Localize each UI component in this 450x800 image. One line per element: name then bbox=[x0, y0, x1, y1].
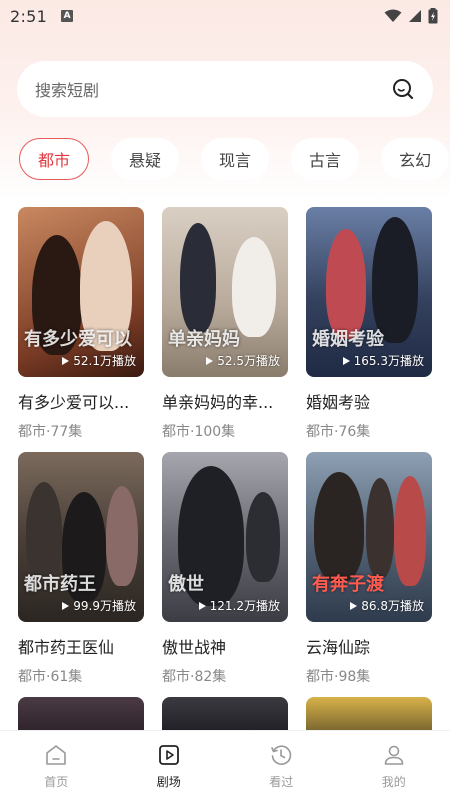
nav-profile[interactable]: 我的 bbox=[338, 731, 450, 800]
play-icon bbox=[342, 356, 350, 365]
drama-meta: 都市·61集 bbox=[18, 669, 83, 685]
play-count: 121.2万播放 bbox=[198, 597, 280, 614]
poster-title-art: 都市药王 bbox=[24, 574, 96, 595]
poster-title-art: 傲世 bbox=[168, 574, 204, 595]
status-bar: 2:51 A bbox=[0, 0, 450, 32]
drama-card[interactable]: 有多少爱可以 52.1万播放 有多少爱可以... 都市·77集 bbox=[18, 207, 144, 452]
history-icon bbox=[271, 745, 292, 765]
nav-home-label: 首页 bbox=[44, 775, 69, 789]
drama-poster[interactable]: 单亲妈妈 52.5万播放 bbox=[162, 207, 288, 377]
drama-card[interactable]: 都市药王 99.9万播放 都市药王医仙 都市·61集 bbox=[18, 452, 144, 697]
home-icon bbox=[46, 745, 67, 765]
play-count: 86.8万播放 bbox=[350, 597, 424, 614]
play-count: 52.5万播放 bbox=[206, 352, 280, 369]
nav-profile-label: 我的 bbox=[381, 775, 406, 789]
drama-title[interactable]: 有多少爱可以... bbox=[18, 389, 144, 413]
play-count-text: 86.8万播放 bbox=[361, 599, 424, 613]
poster-figure bbox=[246, 492, 280, 582]
nav-history[interactable]: 看过 bbox=[225, 731, 338, 800]
signal-icon bbox=[409, 10, 421, 22]
drama-card[interactable]: 傲世 121.2万播放 傲世战神 都市·82集 bbox=[162, 452, 288, 697]
poster-figure bbox=[314, 472, 364, 582]
tab-xuanhuan[interactable]: 玄幻 bbox=[381, 138, 450, 180]
drama-poster[interactable]: 有多少爱可以 52.1万播放 bbox=[18, 207, 144, 377]
poster-figure bbox=[366, 478, 394, 578]
tab-xuanyi[interactable]: 悬疑 bbox=[111, 138, 180, 180]
drama-title[interactable]: 都市药王医仙 bbox=[18, 634, 144, 658]
poster-title-art: 有多少爱可以 bbox=[24, 329, 132, 350]
drama-poster[interactable]: 有奔子渡 86.8万播放 bbox=[306, 452, 432, 622]
poster-title-art: 有奔子渡 bbox=[312, 574, 384, 595]
poster-title-art: 单亲妈妈 bbox=[168, 329, 240, 350]
play-icon bbox=[206, 356, 214, 365]
nav-theater-label: 剧场 bbox=[156, 775, 181, 789]
drama-grid: 有多少爱可以 52.1万播放 有多少爱可以... 都市·77集 单亲妈妈 52.… bbox=[18, 207, 432, 697]
play-icon bbox=[62, 601, 70, 610]
notification-icon: A bbox=[61, 10, 74, 22]
nav-history-label: 看过 bbox=[269, 775, 294, 789]
drama-poster[interactable]: 都市药王 99.9万播放 bbox=[18, 452, 144, 622]
play-count: 52.1万播放 bbox=[62, 352, 136, 369]
poster-figure bbox=[26, 482, 62, 582]
drama-meta: 都市·100集 bbox=[162, 424, 236, 440]
search-input[interactable]: 搜索短剧 bbox=[17, 61, 433, 117]
play-count-text: 99.9万播放 bbox=[73, 599, 136, 613]
poster-figure bbox=[326, 229, 366, 339]
drama-card[interactable]: 单亲妈妈 52.5万播放 单亲妈妈的幸... 都市·100集 bbox=[162, 207, 288, 452]
poster-title-art: 婚姻考验 bbox=[312, 329, 384, 350]
tab-dushi[interactable]: 都市 bbox=[19, 138, 90, 180]
drama-meta: 都市·77集 bbox=[18, 424, 83, 440]
poster-figure bbox=[232, 237, 276, 337]
play-icon bbox=[198, 601, 206, 610]
drama-card[interactable]: 有奔子渡 86.8万播放 云海仙踪 都市·98集 bbox=[306, 452, 432, 697]
nav-theater[interactable]: 剧场 bbox=[113, 731, 226, 800]
play-count-text: 121.2万播放 bbox=[209, 599, 280, 613]
status-time: 2:51 bbox=[10, 6, 48, 26]
search-icon[interactable] bbox=[391, 77, 415, 101]
drama-card[interactable]: 婚姻考验 165.3万播放 婚姻考验 都市·76集 bbox=[306, 207, 432, 452]
tab-guyan[interactable]: 古言 bbox=[291, 138, 360, 180]
drama-poster[interactable]: 婚姻考验 165.3万播放 bbox=[306, 207, 432, 377]
category-tabs: 都市 悬疑 现言 古言 玄幻 bbox=[19, 138, 450, 182]
search-placeholder: 搜索短剧 bbox=[35, 81, 100, 100]
play-count: 99.9万播放 bbox=[62, 597, 136, 614]
drama-title[interactable]: 傲世战神 bbox=[162, 634, 288, 658]
drama-poster[interactable]: 傲世 121.2万播放 bbox=[162, 452, 288, 622]
drama-title[interactable]: 婚姻考验 bbox=[306, 389, 432, 413]
play-count: 165.3万播放 bbox=[342, 352, 424, 369]
drama-title[interactable]: 云海仙踪 bbox=[306, 634, 432, 658]
profile-icon bbox=[384, 745, 404, 765]
theater-icon bbox=[158, 745, 179, 765]
battery-icon bbox=[428, 8, 438, 24]
drama-meta: 都市·82集 bbox=[162, 669, 227, 685]
play-count-text: 52.5万播放 bbox=[217, 354, 280, 368]
play-count-text: 52.1万播放 bbox=[73, 354, 136, 368]
bottom-nav: 首页 剧场 看过 我的 bbox=[0, 730, 450, 800]
play-count-text: 165.3万播放 bbox=[353, 354, 424, 368]
nav-home[interactable]: 首页 bbox=[0, 731, 113, 800]
poster-figure bbox=[180, 223, 216, 333]
wifi-icon bbox=[384, 9, 402, 22]
tab-xianyan[interactable]: 现言 bbox=[201, 138, 270, 180]
play-icon bbox=[62, 356, 70, 365]
play-icon bbox=[350, 601, 358, 610]
drama-meta: 都市·76集 bbox=[306, 424, 371, 440]
drama-title[interactable]: 单亲妈妈的幸... bbox=[162, 389, 288, 413]
drama-meta: 都市·98集 bbox=[306, 669, 371, 685]
